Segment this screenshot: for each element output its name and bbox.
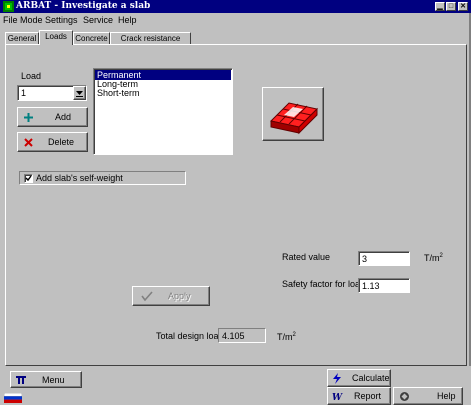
bottom-bar: Menu Calculate W Report Help <box>0 366 471 405</box>
tab-general[interactable]: General <box>5 32 39 44</box>
checkmark-icon <box>141 291 153 302</box>
report-icon: W <box>332 393 343 401</box>
window-title: ARBAT - Investigate a slab <box>16 1 151 11</box>
menu-service[interactable]: Service <box>83 15 113 25</box>
menu-bar: File Mode Settings Service Help <box>0 14 471 27</box>
checkmark-icon <box>25 175 32 182</box>
load-select-value: 1 <box>21 88 27 98</box>
lightning-icon <box>333 373 341 384</box>
help-button[interactable]: Help <box>393 387 463 405</box>
selfweight-label: Add slab's self-weight <box>36 173 123 183</box>
tab-crack-resistance[interactable]: Crack resistance <box>110 32 191 44</box>
rated-value-text: 3 <box>362 254 368 264</box>
calculate-button-label: Calculate <box>352 373 390 383</box>
menu-settings[interactable]: Settings <box>45 15 78 25</box>
rated-value-field[interactable]: 3 <box>358 251 410 266</box>
menu-button[interactable]: Menu <box>10 371 82 388</box>
menu-mode[interactable]: Mode <box>20 15 43 25</box>
slab-loaded-icon <box>269 102 319 135</box>
report-button-label: Report <box>354 391 382 401</box>
delete-x-icon <box>24 138 33 147</box>
safety-factor-label: Safety factor for load <box>282 279 366 289</box>
load-select[interactable]: 1 <box>17 85 87 101</box>
total-load-unit: T/m2 <box>277 332 296 342</box>
load-label: Load <box>21 71 42 81</box>
help-icon <box>400 392 409 401</box>
menu-file[interactable]: File <box>3 15 18 25</box>
load-dropdown-button[interactable] <box>73 86 86 100</box>
selfweight-frame: Add slab's self-weight <box>19 171 186 185</box>
load-type-list[interactable]: Permanent Long-term Short-term <box>93 68 233 155</box>
svg-text:W: W <box>332 393 343 401</box>
delete-button-label: Delete <box>48 137 75 147</box>
language-flag-icon[interactable] <box>4 393 22 403</box>
rated-value-label: Rated value <box>282 252 331 262</box>
chevron-down-icon <box>76 91 83 97</box>
app-window: ARBAT - Investigate a slab ▁ □ ✕ File Mo… <box>0 0 471 405</box>
report-button[interactable]: W Report <box>327 387 391 405</box>
delete-button[interactable]: Delete <box>17 132 88 152</box>
menu-help[interactable]: Help <box>118 15 137 25</box>
add-button[interactable]: Add <box>17 107 88 127</box>
calculate-button[interactable]: Calculate <box>327 369 391 387</box>
add-button-label: Add <box>55 112 72 122</box>
menu-icon <box>16 376 26 384</box>
rated-value-unit: T/m2 <box>424 253 443 263</box>
maximize-icon[interactable]: □ <box>446 2 456 11</box>
apply-button[interactable]: Apply <box>132 286 210 306</box>
minimize-icon[interactable]: ▁ <box>435 2 445 11</box>
app-icon <box>3 1 14 12</box>
tab-concrete[interactable]: Concrete <box>73 32 110 44</box>
selfweight-checkbox[interactable] <box>24 174 33 183</box>
menu-button-label: Menu <box>42 375 65 385</box>
safety-factor-text: 1.13 <box>362 281 380 291</box>
list-item-short-term[interactable]: Short-term <box>97 88 140 98</box>
safety-factor-field[interactable]: 1.13 <box>358 278 410 293</box>
help-button-label: Help <box>437 391 456 401</box>
slab-picture-frame <box>262 87 324 141</box>
total-load-label: Total design load <box>156 331 224 341</box>
loads-panel: Load 1 Add Delete Permanent Long-term Sh… <box>5 44 467 366</box>
plus-icon <box>24 113 33 122</box>
total-load-value: 4.105 <box>222 331 245 341</box>
total-load-field: 4.105 <box>218 328 266 343</box>
tab-loads[interactable]: Loads <box>39 30 73 45</box>
close-icon[interactable]: ✕ <box>458 2 468 11</box>
apply-button-label: Apply <box>168 291 191 301</box>
title-bar: ARBAT - Investigate a slab ▁ □ ✕ <box>0 0 471 13</box>
